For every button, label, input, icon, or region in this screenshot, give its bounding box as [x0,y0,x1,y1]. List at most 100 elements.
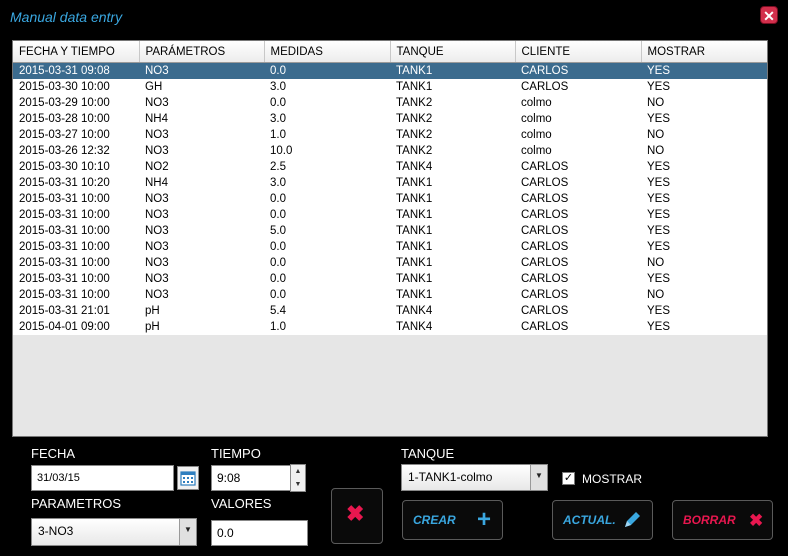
table-cell: CARLOS [521,241,569,253]
parametros-value: 3-NO3 [38,524,74,538]
actual-label: ACTUAL. [563,513,616,527]
table-cell: 0.0 [270,289,286,301]
table-cell: NO3 [145,225,169,237]
table-cell: NH4 [145,177,169,189]
table-cell: NO [647,129,665,141]
table-cell: CARLOS [521,289,569,301]
chevron-down-icon[interactable]: ▼ [179,519,196,545]
window-title: Manual data entry [10,9,123,25]
table-row[interactable]: 2015-03-31 10:00 NO3 0.0 TANK1 CARLOS YES [13,271,767,287]
column-header[interactable]: TANQUE [390,41,516,63]
table-cell: NO3 [145,129,169,141]
table-row[interactable]: 2015-03-30 10:10 NO2 2.5 TANK4 CARLOS YES [13,159,767,175]
table-cell: YES [647,321,671,333]
table-cell: TANK1 [396,225,433,237]
table-cell: 0.0 [270,209,286,221]
table-cell: NO3 [145,145,169,157]
table-row[interactable]: 2015-03-31 10:00 NO3 0.0 TANK1 CARLOS YES [13,239,767,255]
mostrar-label: MOSTRAR [582,472,642,486]
table-row[interactable]: 2015-03-31 10:00 NO3 5.0 TANK1 CARLOS YES [13,223,767,239]
calendar-icon[interactable] [177,466,199,490]
table-row[interactable]: 2015-04-01 09:00 pH 1.0 TANK4 CARLOS YES [13,319,767,335]
tanque-value: 1-TANK1-colmo [408,470,493,484]
actual-button[interactable]: ACTUAL. [552,500,653,540]
table-cell: 2015-04-01 09:00 [19,321,110,333]
fecha-field[interactable]: 31/03/15 [31,465,174,491]
table-row[interactable]: 2015-03-31 10:00 NO3 0.0 TANK1 CARLOS NO [13,255,767,271]
table-cell: TANK1 [396,193,433,205]
table-cell: 2015-03-29 10:00 [19,97,110,109]
clear-button[interactable]: ✖ [331,488,383,544]
table-row[interactable]: 2015-03-31 10:00 NO3 0.0 TANK1 CARLOS YES [13,191,767,207]
table-cell: CARLOS [521,257,569,269]
table-row[interactable]: 2015-03-31 10:20 NH4 3.0 TANK1 CARLOS YES [13,175,767,191]
table-cell: colmo [521,129,552,141]
valores-label: VALORES [211,496,272,511]
column-header[interactable]: FECHA Y TIEMPO [13,41,140,63]
column-header[interactable]: MEDIDAS [264,41,391,63]
table-cell: NO [647,97,665,109]
table-cell: 5.4 [270,305,286,317]
table-cell: 2015-03-30 10:10 [19,161,110,173]
table-row[interactable]: 2015-03-31 21:01 pH 5.4 TANK4 CARLOS YES [13,303,767,319]
table-cell: 2015-03-27 10:00 [19,129,110,141]
tanque-select[interactable]: 1-TANK1-colmo ▼ [401,464,548,491]
table-row[interactable]: 2015-03-26 12:32 NO3 10.0 TANK2 colmo NO [13,143,767,159]
data-grid[interactable]: FECHA Y TIEMPO PARÁMETROS MEDIDAS TANQUE CLI… [12,40,768,437]
table-cell: TANK1 [396,209,433,221]
table-cell: 1.0 [270,321,286,333]
crear-button[interactable]: CREAR + [402,500,503,540]
table-cell: CARLOS [521,161,569,173]
column-header[interactable]: CLIENTE [515,41,642,63]
table-cell: TANK2 [396,129,433,141]
table-cell: CARLOS [521,321,569,333]
column-header[interactable]: MOSTRAR [641,41,767,63]
table-cell: CARLOS [521,65,569,77]
column-header[interactable]: PARÁMETROS [139,41,265,63]
table-cell: YES [647,241,671,253]
mostrar-checkbox[interactable]: ✓ [562,472,575,485]
table-row[interactable]: 2015-03-31 10:00 NO3 0.0 TANK1 CARLOS NO [13,287,767,303]
plus-icon: + [477,506,492,533]
table-cell: colmo [521,145,552,157]
table-cell: NO3 [145,209,169,221]
table-row[interactable]: 2015-03-31 10:00 NO3 0.0 TANK1 CARLOS YES [13,207,767,223]
table-cell: 0.0 [270,193,286,205]
table-cell: 2015-03-31 10:00 [19,209,110,221]
table-cell: NO3 [145,97,169,109]
table-row[interactable]: 2015-03-31 09:08 NO3 0.0 TANK1 CARLOS YES [13,62,767,79]
table-cell: YES [647,113,671,125]
close-icon[interactable]: ✕ [760,6,778,24]
table-cell: 0.0 [270,241,286,253]
borrar-button[interactable]: BORRAR ✖ [672,500,773,540]
table-cell: NO [647,289,665,301]
tiempo-stepper[interactable]: ▲ ▼ [290,464,306,492]
table-row[interactable]: 2015-03-27 10:00 NO3 1.0 TANK2 colmo NO [13,127,767,143]
table-cell: TANK1 [396,177,433,189]
table-cell: TANK1 [396,81,433,93]
chevron-down-icon[interactable]: ▼ [530,465,547,490]
table-cell: YES [647,177,671,189]
table-cell: TANK2 [396,97,433,109]
table-cell: TANK4 [396,161,433,173]
valores-field[interactable]: 0.0 [211,520,308,546]
table-cell: NO2 [145,161,169,173]
table-cell: TANK4 [396,321,433,333]
table-cell: 1.0 [270,129,286,141]
table-cell: TANK1 [396,273,433,285]
table-row[interactable]: 2015-03-28 10:00 NH4 3.0 TANK2 colmo YES [13,111,767,127]
table-cell: NO [647,145,665,157]
table-cell: YES [647,161,671,173]
table-row[interactable]: 2015-03-30 10:00 GH 3.0 TANK1 CARLOS YES [13,79,767,95]
tiempo-field[interactable]: 9:08 [211,465,291,491]
table-cell: CARLOS [521,209,569,221]
table-cell: 5.0 [270,225,286,237]
parametros-select[interactable]: 3-NO3 ▼ [31,518,197,546]
table-cell: 0.0 [270,273,286,285]
table-cell: YES [647,209,671,221]
table-row[interactable]: 2015-03-29 10:00 NO3 0.0 TANK2 colmo NO [13,95,767,111]
pencil-icon [621,509,643,535]
table-cell: NH4 [145,113,169,125]
table-cell: TANK4 [396,305,433,317]
table-cell: 0.0 [270,65,286,77]
